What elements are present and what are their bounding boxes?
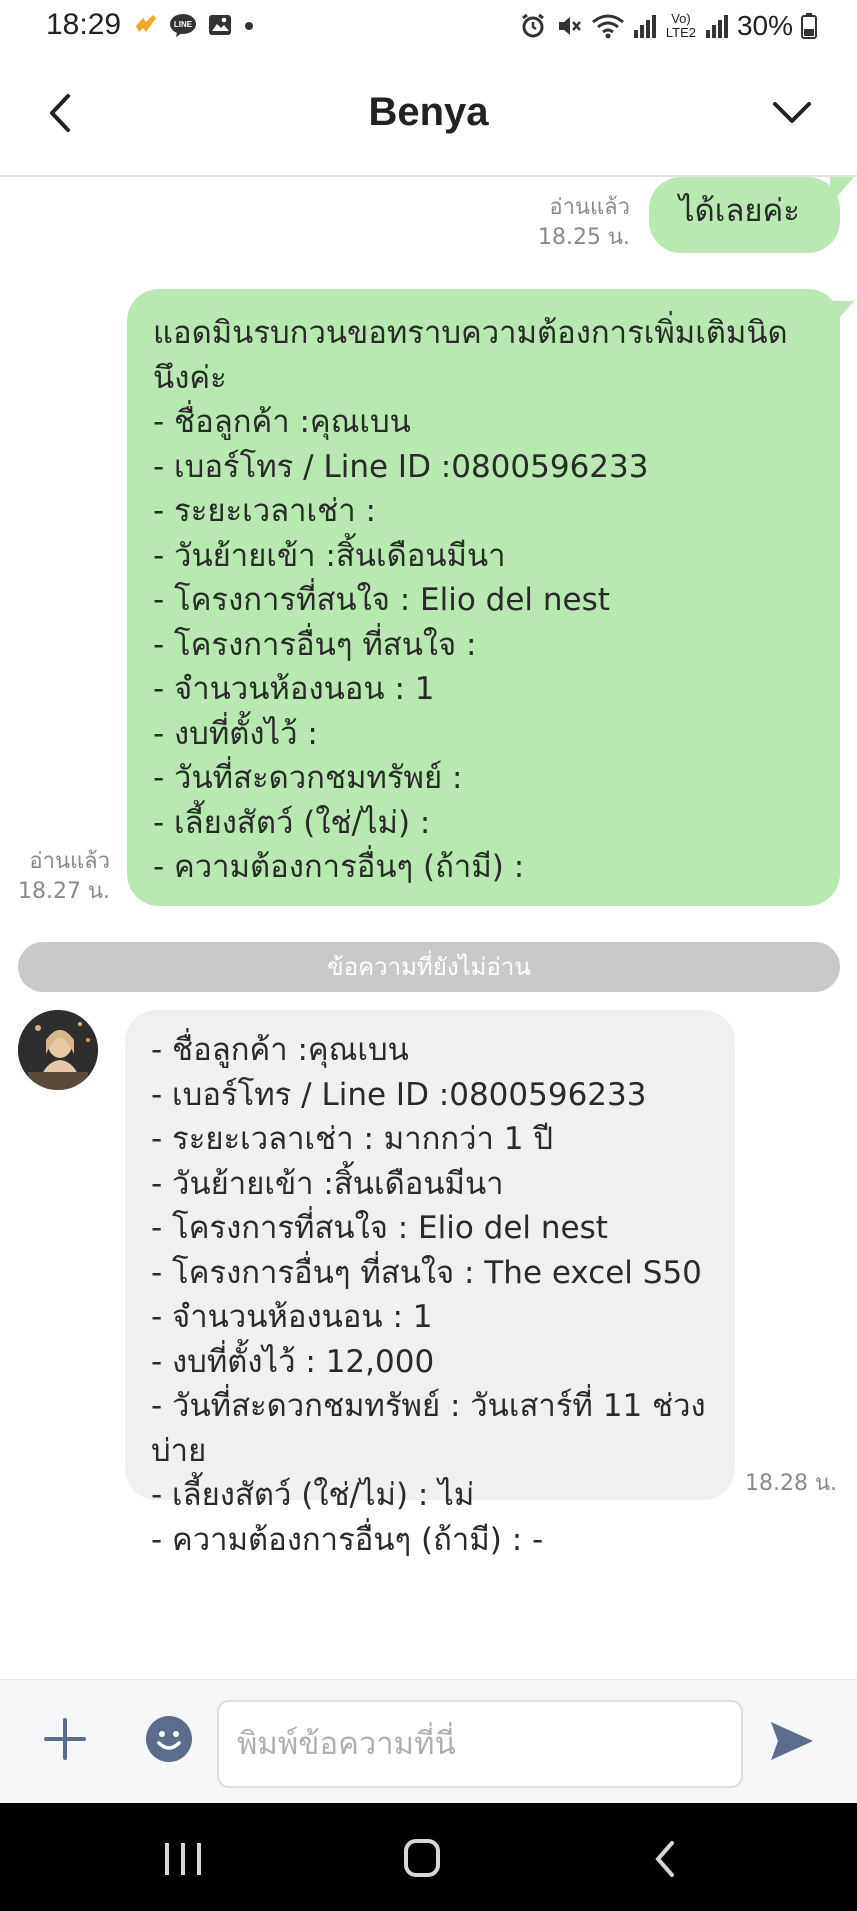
message-time: 18.25 น. <box>537 225 630 250</box>
status-time: 18:29 <box>46 8 122 41</box>
dot-icon <box>245 22 253 30</box>
avatar-photo <box>18 1010 98 1090</box>
message-meta: อ่านแล้ว 18.27 น. <box>8 847 110 907</box>
sent-message-bubble[interactable]: ได้เลยค่ะ <box>649 177 840 253</box>
message-input-bar <box>0 1679 857 1803</box>
plus-icon[interactable] <box>44 1718 86 1760</box>
send-icon[interactable] <box>768 1718 816 1764</box>
line-app-icon: LINE <box>170 14 196 37</box>
message-input-container <box>217 1700 743 1788</box>
mute-icon <box>558 17 581 35</box>
system-navigation-bar <box>0 1803 857 1911</box>
status-bar: 18:29 LINE Vo) LTE2 30% <box>0 0 857 52</box>
alarm-icon <box>522 13 544 38</box>
unread-messages-divider: ข้อความที่ยังไม่อ่าน <box>18 942 840 992</box>
battery-icon <box>801 13 817 39</box>
lte-label: Vo) LTE2 <box>665 11 696 40</box>
home-icon[interactable] <box>404 1839 440 1877</box>
back-nav-icon[interactable] <box>650 1839 680 1879</box>
system-status-icons: Vo) LTE2 30% <box>519 10 817 42</box>
chevron-down-icon[interactable] <box>767 88 817 138</box>
notification-icons: LINE <box>133 12 255 38</box>
signal-icon <box>633 15 656 38</box>
bubble-tail <box>830 177 854 205</box>
chat-title: Benya <box>368 90 489 134</box>
chat-header: Benya <box>0 52 857 177</box>
read-receipt: อ่านแล้ว <box>549 195 630 220</box>
message-list[interactable]: อ่านแล้ว 18.25 น. ได้เลยค่ะ แอดมินรบกวนข… <box>0 177 857 1679</box>
smile-face-icon <box>157 1731 181 1750</box>
avatar[interactable] <box>18 1010 98 1090</box>
message-time: 18.27 น. <box>17 879 110 904</box>
wifi-icon <box>592 14 624 39</box>
recent-apps-icon[interactable] <box>163 1841 203 1877</box>
emoji-icon[interactable] <box>146 1716 192 1762</box>
signal-icon-2 <box>705 15 728 38</box>
read-receipt: อ่านแล้ว <box>29 849 110 874</box>
message-time: 18.28 น. <box>745 1471 838 1496</box>
gallery-icon <box>209 15 231 35</box>
message-meta: อ่านแล้ว 18.25 น. <box>510 193 630 253</box>
message-input[interactable] <box>237 1702 723 1786</box>
received-message-bubble[interactable]: - ชื่อลูกค้า :คุณเบน - เบอร์โทร / Line I… <box>125 1010 735 1558</box>
battery-percent: 30% <box>736 10 793 41</box>
app-notification-icon <box>136 15 156 32</box>
svg-text:LINE: LINE <box>174 20 193 29</box>
sent-message-bubble[interactable]: แอดมินรบกวนขอทราบความต้องการเพิ่มเติมนิด… <box>127 289 840 906</box>
